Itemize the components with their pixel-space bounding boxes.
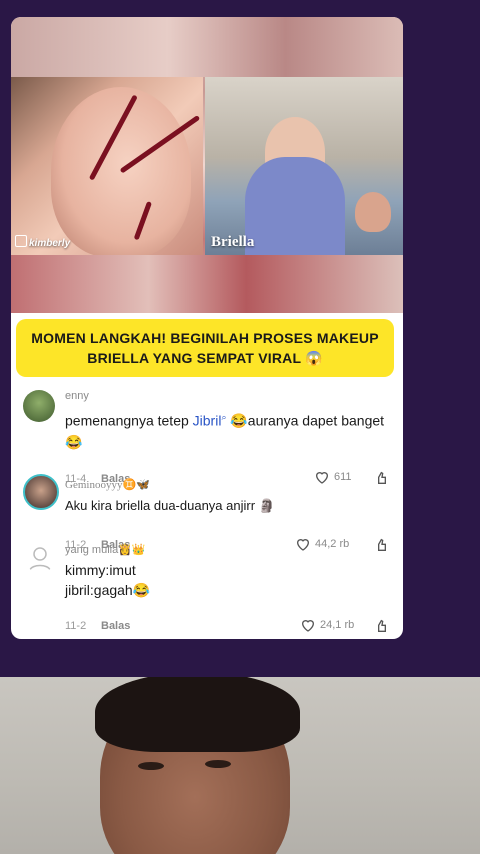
heart-icon (301, 620, 315, 632)
comment-text-line: jibril:gagah😂 (65, 582, 151, 598)
comment-item: enny pemenangnya tetep Jibril⌕ 😂auranya … (11, 387, 403, 485)
image-blur-bottom (11, 255, 403, 313)
photo-kimberly: kimberly (11, 77, 203, 255)
like-count: 24,1 rb (320, 619, 355, 631)
post-card: kimberly Briella MOMEN LANGKAH! BEGINILA… (11, 17, 403, 639)
comment-date: 11-2 (65, 620, 87, 632)
headline-banner: MOMEN LANGKAH! BEGINILAH PROSES MAKEUP B… (16, 319, 394, 377)
mention-link[interactable]: Jibril (193, 413, 222, 429)
hair-shape (95, 677, 300, 752)
comment-username[interactable]: enny (65, 390, 89, 402)
comment-text-line: kimmy:imut (65, 562, 136, 578)
comment-text-part: pemenangnya tetep (65, 412, 193, 429)
avatar[interactable] (23, 474, 59, 510)
woman-shirt (245, 157, 345, 255)
avatar[interactable] (23, 390, 55, 422)
comment-username[interactable]: yang mulia👸👑 (65, 543, 146, 556)
dislike-icon[interactable] (372, 618, 388, 634)
comment-text: pemenangnya tetep Jibril⌕ 😂auranya dapet… (65, 407, 385, 453)
image-blur-top (11, 17, 403, 77)
check-icon (15, 235, 27, 247)
avatar[interactable] (25, 543, 55, 573)
child-face (355, 192, 391, 232)
headline-text: MOMEN LANGKAH! BEGINILAH PROSES MAKEUP B… (31, 330, 379, 366)
photo-label-left: kimberly (15, 235, 70, 249)
reply-button[interactable]: Balas (101, 620, 130, 632)
photo-briella: Briella (205, 77, 403, 255)
eye-shape (138, 762, 164, 770)
eye-shape (205, 760, 231, 768)
camera-feed (0, 677, 480, 854)
comment-username[interactable]: Geminooyyy♊🦋 (65, 478, 150, 491)
post-image[interactable]: kimberly Briella (11, 17, 403, 313)
comment-item: yang mulia👸👑 kimmy:imut jibril:gagah😂 11… (11, 541, 403, 634)
default-avatar-icon (29, 547, 51, 571)
comment-text: Aku kira briella dua-duanya anjirr 🗿 (65, 498, 275, 513)
comment-item: Geminooyyy♊🦋 Aku kira briella dua-duanya… (11, 474, 403, 551)
photo-label-right: Briella (211, 234, 255, 250)
like-button[interactable]: 24,1 rb (300, 617, 354, 633)
